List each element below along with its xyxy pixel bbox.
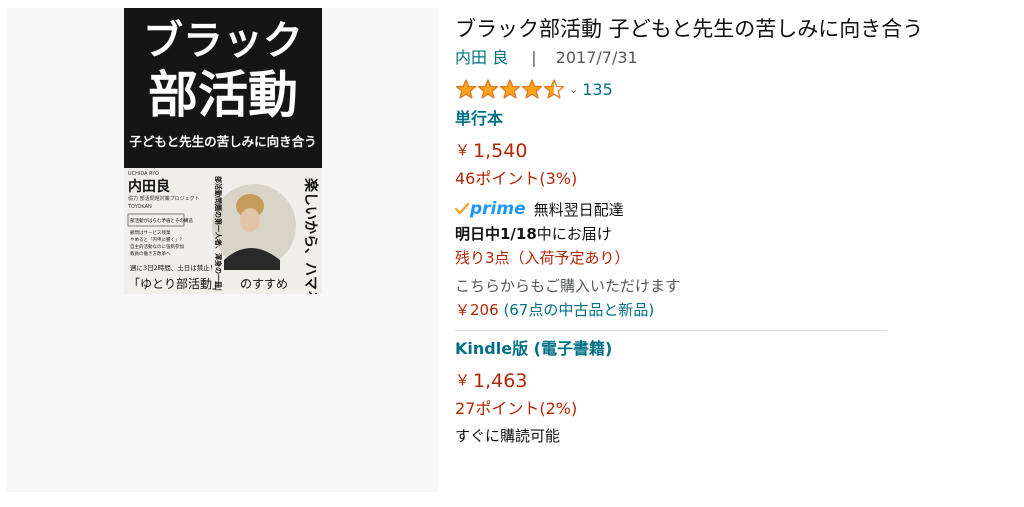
star-icon: [543, 79, 565, 99]
cover-bottom-quote: 「ゆとり部活動」: [128, 276, 224, 291]
chevron-down-icon[interactable]: ⌄: [569, 83, 578, 96]
format-paperback-link[interactable]: 単行本: [455, 107, 1015, 131]
rating-row: ⌄ 135: [455, 74, 1015, 104]
cover-title-top: ブラック: [143, 18, 303, 64]
cover-bottom-suffix: のすすめ: [240, 277, 288, 291]
delivery-date: 明日中1/18: [455, 225, 537, 243]
format-kindle-link[interactable]: Kindle版 (電子書籍): [455, 337, 1015, 361]
used-offers-count: (67点の中古品と新品): [503, 301, 655, 319]
kindle-availability: すぐに購読可能: [455, 427, 561, 445]
prime-logo: prime: [470, 199, 526, 219]
cover-bullets-header: 部活動がはらむ矛盾とその構造: [130, 217, 193, 224]
cover-author-romaji: UCHIDA RYO: [128, 171, 159, 177]
delivery-suffix: 中にお届け: [536, 225, 612, 243]
prime-delivery: prime 無料翌日配達: [455, 196, 1015, 222]
cover-tagline: 楽しいから、ハマる。: [302, 177, 319, 294]
paperback-points: 46ポイント(3%): [455, 169, 578, 188]
prime-delivery-text: 無料翌日配達: [533, 200, 624, 219]
cover-bullet: 教員の働き方改革へ: [130, 250, 171, 257]
star-rating[interactable]: [455, 79, 565, 99]
star-icon: [499, 79, 521, 99]
other-sellers-label: こちらからもご購入いただけます: [455, 277, 681, 295]
kindle-points: 27ポイント(2%): [455, 399, 578, 418]
publication-date: 2017/7/31: [555, 48, 638, 67]
stock-status: 残り3点（入荷予定あり）: [455, 249, 630, 267]
paperback-price[interactable]: ￥ 1,540: [455, 136, 1015, 165]
product-title-link[interactable]: ブラック部活動 子どもと先生の苦しみに向き合う: [455, 14, 1015, 44]
paperback-price-value: 1,540: [473, 140, 528, 162]
cover-subtitle: 子どもと先生の苦しみに向き合う: [129, 134, 316, 149]
cover-title-bottom: 部活動: [148, 66, 298, 124]
cover-bullet: 顧問はサービス残業: [130, 229, 171, 236]
currency-symbol: ￥: [455, 371, 471, 389]
used-price: 206: [470, 301, 499, 319]
cover-bullet: 自主的活動なのに強制参加: [130, 243, 184, 250]
cover-collab: 協力 部活問題対策プロジェクト: [128, 195, 200, 202]
currency-symbol: ￥: [455, 141, 471, 159]
kindle-price[interactable]: ￥ 1,463: [455, 366, 1015, 395]
prime-check-icon: [455, 203, 469, 215]
kindle-price-value: 1,463: [473, 370, 528, 392]
author-link[interactable]: 内田 良: [455, 48, 508, 67]
star-icon: [477, 79, 499, 99]
cover-publisher: TOYOKAN: [127, 204, 152, 210]
review-count-link[interactable]: 135: [582, 80, 613, 99]
byline-separator: |: [531, 48, 537, 67]
cover-author: 内田良: [128, 178, 170, 195]
cover-photo-face: [240, 208, 260, 232]
delivery-estimate: 明日中1/18中にお届け: [455, 222, 1015, 246]
star-icon: [521, 79, 543, 99]
product-info: ブラック部活動 子どもと先生の苦しみに向き合う 内田 良 | 2017/7/31…: [455, 14, 1015, 448]
used-currency: ￥: [455, 301, 471, 319]
used-new-offers-link[interactable]: ￥206 (67点の中古品と新品): [455, 298, 1015, 322]
cover-weekly: 週に3日2時間、土日は禁止！: [130, 263, 216, 272]
divider: [455, 330, 887, 331]
cover-bullet: やめると「内申に響く」？: [130, 236, 184, 243]
book-cover-image[interactable]: ブラック 部活動 子どもと先生の苦しみに向き合う UCHIDA RYO 内田良 …: [124, 8, 322, 294]
byline: 内田 良 | 2017/7/31: [455, 47, 1015, 69]
star-icon: [455, 79, 477, 99]
